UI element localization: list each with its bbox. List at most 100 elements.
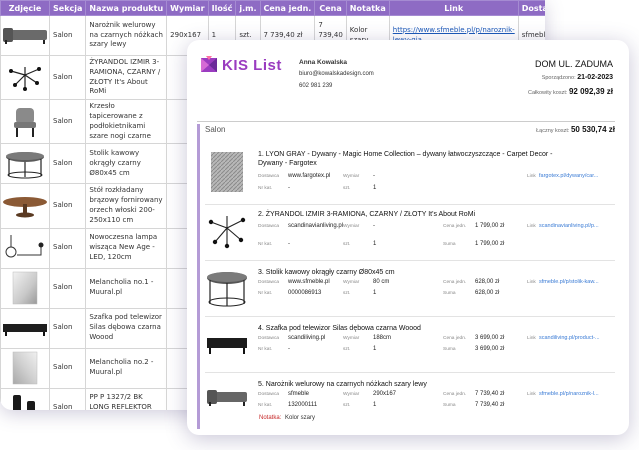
unit-price-label: Cena jedn. bbox=[443, 336, 467, 341]
section-cell[interactable]: Salon bbox=[48, 227, 87, 269]
photo-cell[interactable] bbox=[0, 347, 50, 389]
name-cell[interactable]: Stół rozkładany brązowy fornirowany orze… bbox=[85, 183, 168, 229]
unit-price-value: 7 739,40 zł bbox=[475, 391, 505, 397]
contact-email[interactable]: biuro@kowalskadesign.com bbox=[299, 69, 374, 80]
section-cell[interactable]: Salon bbox=[48, 183, 87, 229]
catalog-value: 0000086913 bbox=[288, 290, 322, 296]
section-cell[interactable]: Salon bbox=[48, 15, 87, 56]
report-item[interactable]: 2. ŻYRANDOL IZMIR 3-RAMIONA, CZARNY / ZŁ… bbox=[205, 210, 619, 264]
section-accent-bar bbox=[197, 124, 200, 429]
item-divider bbox=[205, 372, 615, 373]
photo-cell[interactable] bbox=[0, 15, 50, 56]
photo-cell[interactable] bbox=[0, 183, 50, 229]
photo-cell[interactable] bbox=[0, 143, 50, 185]
link-label: Link bbox=[527, 174, 536, 179]
note-label: Notatka: bbox=[259, 415, 282, 421]
col-header[interactable]: Dostawca bbox=[517, 0, 545, 16]
chandelier-image bbox=[208, 216, 246, 249]
col-header[interactable]: j.m. bbox=[235, 0, 261, 16]
dimension-label: Wymiar bbox=[343, 174, 360, 179]
unit-price-value: 3 699,00 zł bbox=[475, 335, 505, 341]
report-item[interactable]: 3. Stolik kawowy okrągły czarny Ø80x45 c… bbox=[205, 268, 619, 322]
report-item[interactable]: 5. Narożnik welurowy na czarnych nóżkach… bbox=[205, 380, 619, 434]
name-cell[interactable]: Nowoczesna lampa wisząca New Age - LED, … bbox=[85, 227, 168, 269]
contact-block: Anna Kowalska biuro@kowalskadesign.com 6… bbox=[299, 57, 374, 92]
name-cell[interactable]: Krzesło tapicerowane z podłokietnikami s… bbox=[85, 99, 168, 145]
pendant-lamp-thumbnail bbox=[5, 235, 44, 258]
catalog-value: 132000111 bbox=[288, 402, 318, 408]
dimension-value: 80 cm bbox=[373, 279, 390, 285]
photo-cell[interactable] bbox=[0, 267, 50, 309]
section-cell[interactable]: Salon bbox=[48, 307, 87, 349]
photo-cell[interactable] bbox=[0, 387, 50, 410]
qty-value: 1 bbox=[373, 346, 377, 352]
report-item[interactable]: 4. Szafka pod telewizor Silas dębowa cza… bbox=[205, 324, 619, 378]
item-link[interactable]: sfmeble.pl/p/stolik-kaw... bbox=[539, 279, 607, 285]
name-cell[interactable]: Narożnik welurowy na czarnych nóżkach sz… bbox=[85, 15, 168, 56]
photo-cell[interactable] bbox=[0, 99, 50, 145]
project-date-row: Sporządzono: 21-02-2023 bbox=[528, 72, 613, 85]
item-title: 3. Stolik kawowy okrągły czarny Ø80x45 c… bbox=[258, 269, 395, 276]
supplier-value: scandiliving.pl bbox=[288, 335, 326, 341]
unit-price-label: Cena jedn. bbox=[443, 280, 467, 285]
catalog-label: Nr kat. bbox=[258, 186, 273, 191]
name-cell[interactable]: Stolik kawowy okrągły czarny Ø80x45 cm bbox=[85, 143, 168, 185]
unit-price-label: Cena jedn. bbox=[443, 224, 467, 229]
logo-text: KIS List bbox=[222, 56, 282, 74]
section-cell[interactable]: Salon bbox=[48, 267, 87, 309]
catalog-label: Nr kat. bbox=[258, 347, 273, 352]
catalog-label: Nr kat. bbox=[258, 242, 273, 247]
report-item[interactable]: 1. LYON GRAY - Dywany - Magic Home Colle… bbox=[205, 150, 619, 204]
sum-label: Suma bbox=[443, 347, 456, 352]
name-cell[interactable]: Szafka pod telewizor Silas dębowa czarna… bbox=[85, 307, 168, 349]
supplier-label: Dostawca bbox=[258, 224, 280, 229]
item-link[interactable]: fargotex.pl/dywany/car... bbox=[539, 173, 607, 179]
item-link[interactable]: scandiliving.pl/product-... bbox=[539, 335, 607, 341]
logo: KIS List bbox=[199, 56, 282, 74]
link-label: Link bbox=[527, 224, 536, 229]
item-title: 1. LYON GRAY - Dywany - Magic Home Colle… bbox=[258, 151, 553, 168]
item-link[interactable]: sfmeble.pl/p/naroznik-l... bbox=[539, 391, 607, 397]
qty-value: 1 bbox=[373, 290, 377, 296]
col-header[interactable]: Sekcja bbox=[48, 0, 87, 16]
catalog-value: - bbox=[288, 346, 290, 352]
col-header[interactable]: Zdjęcie bbox=[0, 0, 50, 16]
photo-cell[interactable] bbox=[0, 307, 50, 349]
logo-icon bbox=[201, 56, 217, 72]
item-link[interactable]: scandinavianliving.pl/p... bbox=[539, 223, 607, 229]
section-cell[interactable]: Salon bbox=[48, 347, 87, 389]
col-header[interactable]: Cena bbox=[314, 0, 347, 16]
section-cell[interactable]: Salon bbox=[48, 54, 87, 101]
qty-label: szt. bbox=[343, 347, 351, 352]
name-cell[interactable]: PP P 1327/2 BK LONG REFLEKTOR PAR16 GU10 bbox=[85, 387, 168, 410]
dimension-label: Wymiar bbox=[343, 336, 360, 341]
section-cell[interactable]: Salon bbox=[48, 143, 87, 185]
section-total-value: 50 530,74 zł bbox=[570, 125, 615, 134]
name-cell[interactable]: Melancholia no.2 - Muural.pl bbox=[85, 347, 168, 389]
col-header[interactable]: Wymiar bbox=[166, 0, 209, 16]
col-header[interactable]: Nazwa produktu bbox=[85, 0, 168, 16]
section-cell[interactable]: Salon bbox=[48, 99, 87, 145]
item-divider bbox=[205, 316, 615, 317]
contact-phone: 602 981 239 bbox=[299, 82, 333, 89]
col-header[interactable]: Ilość bbox=[207, 0, 237, 16]
name-cell[interactable]: Melancholia no.1 - Muural.pl bbox=[85, 267, 168, 309]
photo-cell[interactable] bbox=[0, 227, 50, 269]
section-title[interactable]: Salon bbox=[205, 125, 225, 134]
col-header[interactable]: Link bbox=[388, 0, 519, 16]
sum-label: Suma bbox=[443, 291, 456, 296]
item-title: 4. Szafka pod telewizor Silas dębowa cza… bbox=[258, 325, 421, 332]
report-card: KIS List Anna Kowalska biuro@kowalskades… bbox=[187, 40, 629, 435]
item-divider bbox=[205, 204, 615, 205]
name-cell[interactable]: ŻYRANDOL IZMIR 3-RAMIONA, CZARNY / ZŁOTY… bbox=[85, 54, 168, 101]
col-header[interactable]: Notatka bbox=[345, 0, 390, 16]
photo-cell[interactable] bbox=[0, 54, 50, 101]
catalog-label: Nr kat. bbox=[258, 291, 273, 296]
coffee-table-image bbox=[207, 272, 247, 307]
qty-value: 1 bbox=[373, 241, 377, 247]
col-header[interactable]: Cena jedn. bbox=[259, 0, 316, 16]
section-cell[interactable]: Salon bbox=[48, 387, 87, 410]
project-date: 21-02-2023 bbox=[577, 74, 613, 82]
qty-value: 1 bbox=[373, 402, 377, 408]
dimension-value: - bbox=[373, 223, 375, 229]
